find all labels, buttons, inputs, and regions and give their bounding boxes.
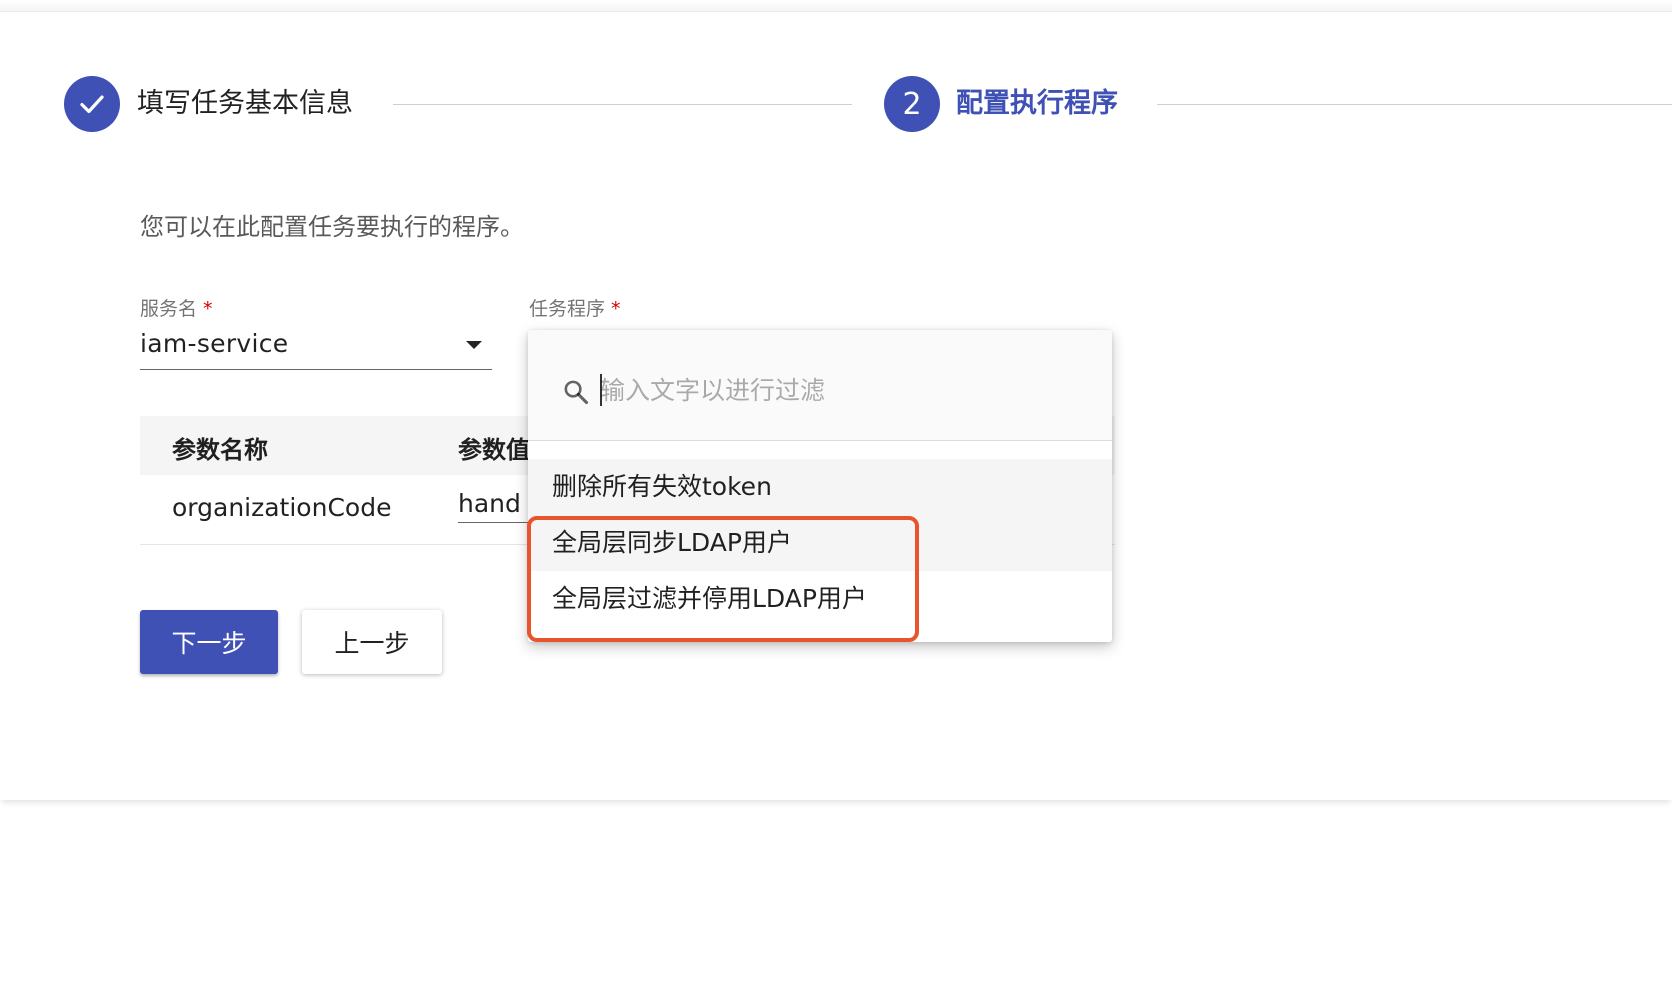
service-name-label: 服务名 * [140,294,213,321]
check-icon [80,95,104,114]
page: 填写任务基本信息 2 配置执行程序 您可以在此配置任务要执行的程序。 服务名 * … [0,0,1672,1006]
option-sync-ldap-users[interactable]: 全局层同步LDAP用户 [528,515,1112,571]
filter-search-input[interactable] [600,372,1080,408]
required-mark: * [203,298,213,320]
step-2-label: 配置执行程序 [956,88,1118,119]
task-program-label: 任务程序 * [529,294,621,321]
dropdown-arrow-icon[interactable] [466,341,482,349]
top-border [0,0,1672,12]
task-program-dropdown: 删除所有失效token 全局层同步LDAP用户 全局层过滤并停用LDAP用户 [528,330,1112,642]
param-value-input[interactable]: hand [458,475,538,523]
previous-step-button[interactable]: 上一步 [302,610,442,674]
column-header-param-value: 参数值 [458,436,530,464]
step-connector-2 [1157,104,1672,105]
service-name-value: iam-service [140,329,289,358]
required-mark: * [611,298,621,320]
option-delete-invalid-tokens[interactable]: 删除所有失效token [528,459,1112,515]
service-name-label-text: 服务名 [140,298,198,320]
service-name-select[interactable]: iam-service [140,325,492,370]
param-name-cell: organizationCode [172,493,392,522]
step-2-number-circle[interactable]: 2 [884,76,940,132]
next-step-button[interactable]: 下一步 [140,610,278,674]
step-connector-1 [393,104,852,105]
task-program-label-text: 任务程序 [529,298,606,320]
step-1-complete-circle[interactable] [64,76,120,132]
step-1-label: 填写任务基本信息 [137,88,353,119]
description-text: 您可以在此配置任务要执行的程序。 [140,213,524,241]
option-filter-disable-ldap-users[interactable]: 全局层过滤并停用LDAP用户 [528,571,1112,627]
dropdown-search-area [528,330,1112,441]
column-header-param-name: 参数名称 [172,436,268,464]
search-icon [564,380,589,405]
